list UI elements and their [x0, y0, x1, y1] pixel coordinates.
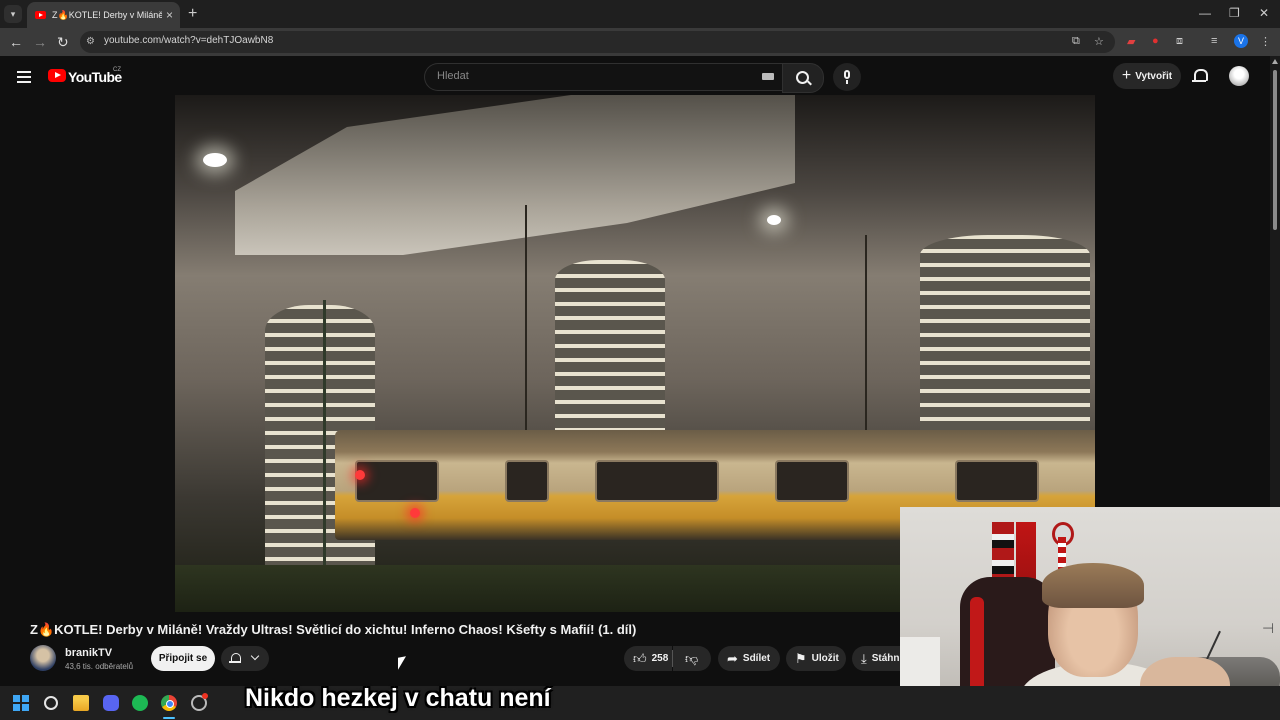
restore-icon[interactable]: ❐ — [1229, 6, 1240, 20]
thumbs-down-icon: 👎︎ — [685, 650, 699, 666]
url-text: youtube.com/watch?v=dehTJOawbN8 — [104, 35, 274, 46]
search-button[interactable] — [782, 63, 824, 93]
notifications-bell-icon[interactable] — [1192, 69, 1208, 82]
site-info-icon[interactable]: ⚙ — [86, 36, 98, 48]
address-bar[interactable]: ⚙ youtube.com/watch?v=dehTJOawbN8 ⧉ ☆ — [80, 31, 1115, 53]
create-label: Vytvořit — [1135, 70, 1173, 82]
tree-image — [525, 205, 527, 455]
spotify-icon[interactable] — [132, 695, 148, 711]
extension-icon[interactable]: ▰ — [1127, 35, 1135, 48]
bookmark-icon: ⚑ — [795, 650, 807, 666]
like-count: 258 — [651, 653, 669, 664]
tree-image — [865, 235, 867, 455]
youtube-favicon — [35, 11, 46, 19]
thumbs-up-icon: 👍︎ — [633, 650, 647, 666]
plus-icon[interactable]: + — [188, 5, 197, 23]
windows-taskbar — [0, 686, 1280, 720]
search-input[interactable]: Hledat — [424, 63, 782, 91]
close-icon[interactable]: × — [166, 8, 173, 22]
dislike-button[interactable]: 👎︎ — [673, 646, 711, 671]
plus-icon: + — [1121, 67, 1132, 84]
menu-icon[interactable]: ⋮ — [1260, 35, 1271, 48]
reload-icon[interactable]: ↻ — [57, 34, 69, 50]
back-icon[interactable]: ← — [9, 34, 23, 50]
video-title: Z🔥KOTLE! Derby v Miláně! Vraždy Ultras! … — [30, 622, 637, 637]
like-button[interactable]: 👍︎ 258 — [624, 646, 672, 671]
share-button[interactable]: ➦ Sdílet — [718, 646, 780, 671]
file-explorer-icon[interactable] — [73, 695, 89, 711]
menu-icon[interactable] — [17, 71, 31, 86]
stadium-roof-image — [235, 95, 795, 255]
youtube-logo-icon[interactable] — [48, 69, 66, 82]
discord-icon[interactable] — [103, 695, 119, 711]
mic-icon — [844, 70, 850, 79]
active-app-indicator — [163, 717, 175, 719]
bell-icon — [229, 653, 241, 663]
channel-name[interactable]: branikTV — [65, 647, 112, 659]
pole-image — [323, 300, 326, 570]
media-icon[interactable]: ≡ — [1211, 35, 1217, 47]
browser-tab-bar: ▾ Z🔥KOTLE! Derby v Miláně! Vraždy Ultras… — [0, 0, 1280, 28]
subscribe-button[interactable]: Připojit se — [151, 646, 215, 671]
scrollbar-thumb[interactable] — [1273, 70, 1277, 230]
share-icon: ➦ — [727, 650, 738, 666]
voice-search-button[interactable] — [833, 63, 861, 91]
country-code: CZ — [113, 67, 121, 73]
account-avatar[interactable] — [1229, 66, 1249, 86]
keyboard-icon[interactable] — [762, 73, 774, 80]
forward-icon[interactable]: → — [33, 34, 47, 50]
tab-title: Z🔥KOTLE! Derby v Miláně! Vraždy Ultras! — [52, 9, 162, 20]
street-lamp-image — [203, 153, 227, 167]
window-close-icon[interactable]: ✕ — [1259, 6, 1269, 20]
street-lamp-image — [767, 215, 781, 225]
star-icon[interactable]: ☆ — [1094, 35, 1104, 48]
save-button[interactable]: ⚑ Uložit — [786, 646, 846, 671]
streamer-hair-image — [1042, 563, 1144, 608]
extension-icon-2[interactable]: ● — [1152, 35, 1159, 47]
download-label: Stáhn — [871, 653, 900, 664]
create-button[interactable]: + Vytvořit — [1113, 63, 1181, 89]
search-icon — [796, 71, 809, 84]
minimize-icon[interactable]: — — [1199, 6, 1211, 20]
youtube-masthead: YouTube CZ Hledat + Vytvořit — [0, 56, 1270, 96]
hook-icon: ⊣ — [1262, 620, 1275, 636]
save-label: Uložit — [811, 653, 839, 664]
browser-tab-active[interactable]: Z🔥KOTLE! Derby v Miláně! Vraždy Ultras! … — [27, 2, 180, 28]
recording-indicator-icon — [202, 693, 208, 699]
notification-settings-button[interactable] — [221, 646, 269, 671]
search-placeholder: Hledat — [437, 70, 469, 82]
profile-avatar[interactable]: V — [1234, 34, 1248, 48]
chevron-down-icon — [250, 651, 260, 661]
scroll-up-icon[interactable] — [1272, 59, 1278, 64]
windows-start-icon[interactable] — [13, 695, 29, 711]
stadium-tower-image — [920, 235, 1090, 435]
puzzle-icon[interactable]: ⧈ — [1176, 35, 1183, 48]
stream-caption: Nikdo hezkej v chatu není — [245, 684, 551, 712]
share-label: Sdílet — [742, 653, 771, 664]
channel-avatar[interactable] — [30, 645, 56, 671]
search-icon[interactable] — [44, 696, 58, 710]
chrome-icon[interactable] — [161, 695, 177, 711]
browser-toolbar: ← → ↻ ⚙ youtube.com/watch?v=dehTJOawbN8 … — [0, 28, 1280, 56]
subscriber-count: 43,6 tis. odběratelů — [65, 662, 134, 671]
download-icon: ⤓ — [861, 650, 867, 666]
mouse-cursor — [398, 656, 406, 670]
install-icon[interactable]: ⧉ — [1072, 35, 1080, 48]
tab-search-icon[interactable]: ▾ — [4, 5, 22, 23]
